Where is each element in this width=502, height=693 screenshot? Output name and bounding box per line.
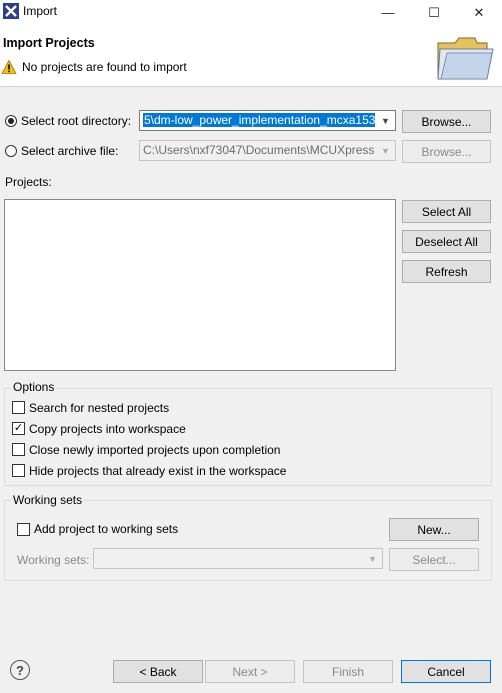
working-sets-label: Working sets: [17,553,90,567]
select-root-directory-label: Select root directory: [21,114,132,128]
deselect-all-button[interactable]: Deselect All [402,230,491,253]
working-sets-group-title: Working sets [11,493,85,507]
select-archive-file-label: Select archive file: [21,144,119,158]
select-archive-file-radio[interactable] [5,145,17,157]
copy-into-workspace-label: Copy projects into workspace [29,422,186,436]
browse-root-button[interactable]: Browse... [402,110,491,133]
open-folder-icon [435,33,495,83]
eclipse-app-icon [3,3,19,19]
archive-file-combo: C:\Users\nxf73047\Documents\MCUXpressc ▼ [139,140,396,161]
add-to-working-sets-label: Add project to working sets [34,522,179,536]
root-directory-value: 5\dm-low_power_implementation_mcxa153 [143,113,375,127]
back-button[interactable]: < Back [113,660,203,683]
select-working-set-button: Select... [389,548,479,571]
next-button: Next > [205,660,295,683]
close-button[interactable]: ✕ [456,0,502,25]
warning-icon [1,59,17,75]
select-root-directory-radio[interactable] [5,115,17,127]
copy-into-workspace-checkbox[interactable]: ✓ [12,422,25,435]
archive-file-value: C:\Users\nxf73047\Documents\MCUXpressc [143,143,375,157]
search-nested-checkbox[interactable] [12,401,25,414]
browse-archive-button: Browse... [402,140,491,163]
close-imported-checkbox[interactable] [12,443,25,456]
hide-existing-label: Hide projects that already exist in the … [29,464,287,478]
page-title: Import Projects [3,36,95,50]
hide-existing-checkbox[interactable] [12,464,25,477]
chevron-down-icon[interactable]: ▼ [378,113,393,128]
select-all-button[interactable]: Select All [402,200,491,223]
title-bar: Import — ☐ ✕ [0,0,502,25]
close-imported-label: Close newly imported projects upon compl… [29,443,281,457]
new-working-set-button[interactable]: New... [389,518,479,541]
help-icon[interactable]: ? [10,660,30,680]
projects-list[interactable] [4,199,396,371]
window-title: Import [23,4,58,18]
projects-label: Projects: [5,175,52,189]
search-nested-label: Search for nested projects [29,401,170,415]
refresh-button[interactable]: Refresh [402,260,491,283]
add-to-working-sets-checkbox[interactable] [17,523,30,536]
maximize-button[interactable]: ☐ [411,0,457,25]
chevron-down-icon: ▼ [368,553,377,564]
working-sets-combo: ▼ [93,548,383,569]
chevron-down-icon: ▼ [381,145,390,156]
status-message: No projects are found to import [22,60,187,74]
cancel-button[interactable]: Cancel [401,660,491,683]
wizard-header: Import Projects No projects are found to… [0,25,502,87]
options-group-title: Options [11,380,57,394]
minimize-button[interactable]: — [365,0,411,25]
root-directory-combo[interactable]: 5\dm-low_power_implementation_mcxa153 ▼ [139,110,396,131]
finish-button: Finish [303,660,393,683]
